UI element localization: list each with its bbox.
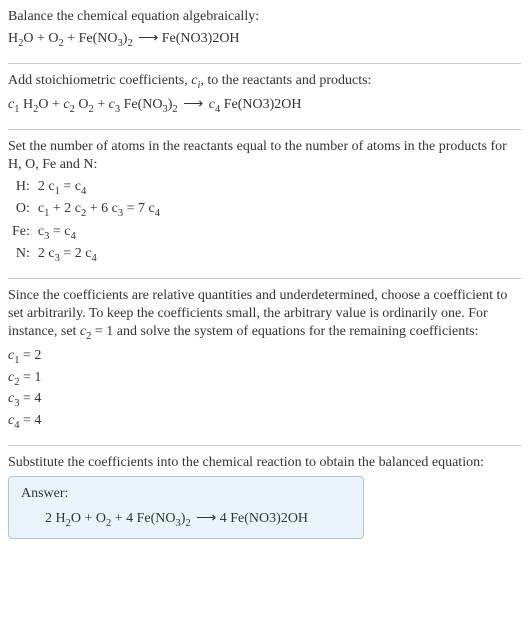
answer-box: Answer: 2 H2O + O2 + 4 Fe(NO3)2 ⟶ 4 Fe(N…: [8, 476, 364, 539]
problem-title: Balance the chemical equation algebraica…: [8, 8, 521, 26]
solve-text: Since the coefficients are relative quan…: [8, 287, 521, 344]
eq-sub: 4: [81, 186, 86, 197]
answer-label: Answer:: [21, 485, 351, 503]
row-label: N:: [12, 245, 30, 265]
eq-part: + 2 c: [49, 201, 81, 216]
row-eq: 2 c3 = 2 c4: [38, 245, 521, 265]
stoich-title: Add stoichiometric coefficients, ci, to …: [8, 72, 521, 92]
balanced-equation: 2 H2O + O2 + 4 Fe(NO3)2 ⟶ 4 Fe(NO3)2OH: [21, 510, 351, 530]
coef-value: = 4: [19, 391, 41, 406]
eq-part: Fe(NO3)2OH: [220, 97, 301, 112]
eq-part: = 2: [60, 246, 85, 261]
atom-equations-table: H: 2 c1 = c4 O: c1 + 2 c2 + 6 c3 = 7 c4 …: [12, 178, 521, 266]
eq-sub: 2: [185, 517, 190, 528]
coef-equation: c1 H2O + c2 O2 + c3 Fe(NO3)2 ⟶ c4 Fe(NO3…: [8, 96, 521, 116]
row-eq: c3 = c4: [38, 223, 521, 243]
coef-value: = 1: [19, 370, 41, 385]
eq-sub: 4: [155, 208, 160, 219]
row-eq: c1 + 2 c2 + 6 c3 = 7 c4: [38, 200, 521, 220]
eq-part: O +: [38, 97, 63, 112]
coef-row: c2 = 1: [8, 369, 521, 389]
eq-part: =: [60, 179, 75, 194]
eq-sub: 4: [91, 253, 96, 264]
eq-arrow: ⟶ 4 Fe(NO3)2OH: [191, 511, 310, 526]
text-part: , to the reactants and products:: [200, 73, 371, 88]
row-label: O:: [12, 200, 30, 220]
eq-part: O: [75, 97, 89, 112]
eq-sub: 2: [127, 38, 132, 49]
row-label: Fe:: [12, 223, 30, 243]
eq-part: = 7 c: [123, 201, 155, 216]
unbalanced-equation: H2O + O2 + Fe(NO3)2 ⟶ Fe(NO3)2OH: [8, 30, 521, 50]
text-part: Add stoichiometric coefficients,: [8, 73, 191, 88]
eq-arrow: ⟶: [178, 97, 209, 112]
coef-row: c3 = 4: [8, 390, 521, 410]
eq-part: +: [94, 97, 109, 112]
substitute-text: Substitute the coefficients into the che…: [8, 454, 521, 472]
eq-part: + 4 Fe(NO: [111, 511, 175, 526]
coef-row: c1 = 2: [8, 347, 521, 367]
row-eq: 2 c1 = c4: [38, 178, 521, 198]
eq-sub: 2: [172, 104, 177, 115]
text-part: = 1 and solve the system of equations fo…: [91, 324, 478, 339]
row-label: H:: [12, 178, 30, 198]
eq-part: O + O: [23, 31, 58, 46]
eq-part: =: [49, 224, 64, 239]
section-solve: Since the coefficients are relative quan…: [8, 278, 521, 442]
coefficient-list: c1 = 2 c2 = 1 c3 = 4 c4 = 4: [8, 347, 521, 432]
eq-part: + 6 c: [86, 201, 118, 216]
eq-part: H: [8, 31, 18, 46]
eq-part: 2 c: [38, 179, 55, 194]
coef-value: = 4: [19, 413, 41, 428]
eq-part: 2 H: [45, 511, 66, 526]
section-atom-balance: Set the number of atoms in the reactants…: [8, 129, 521, 274]
eq-arrow: ⟶ Fe(NO3)2OH: [133, 31, 242, 46]
eq-sub: 4: [70, 231, 75, 242]
eq-part: O + O: [71, 511, 106, 526]
section-answer: Substitute the coefficients into the che…: [8, 445, 521, 547]
coef-row: c4 = 4: [8, 412, 521, 432]
eq-part: Fe(NO: [120, 97, 162, 112]
section-problem: Balance the chemical equation algebraica…: [8, 8, 521, 59]
eq-part: 2 c: [38, 246, 55, 261]
atom-balance-intro: Set the number of atoms in the reactants…: [8, 138, 521, 174]
eq-part: H: [19, 97, 33, 112]
eq-part: + Fe(NO: [64, 31, 118, 46]
coef-value: = 2: [19, 348, 41, 363]
section-stoichiometric: Add stoichiometric coefficients, ci, to …: [8, 63, 521, 125]
